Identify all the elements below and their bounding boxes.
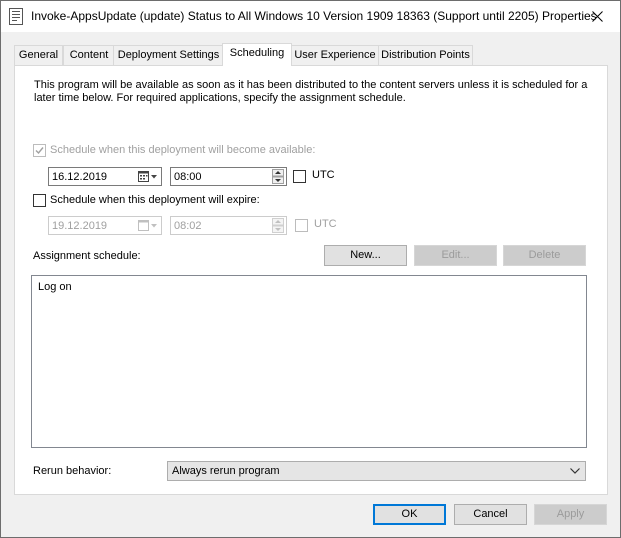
available-date-picker[interactable]: 16.12.2019 — [48, 167, 162, 186]
assignment-schedule-label: Assignment schedule: — [33, 250, 141, 262]
available-time-value: 08:00 — [174, 171, 202, 183]
close-icon — [591, 11, 603, 22]
tab-scheduling[interactable]: Scheduling — [222, 43, 292, 66]
expire-utc-checkbox[interactable] — [295, 219, 308, 232]
edit-schedule-button[interactable]: Edit... — [414, 245, 497, 266]
close-button[interactable] — [574, 1, 620, 32]
rerun-behavior-value: Always rerun program — [172, 465, 280, 477]
tab-general[interactable]: General — [14, 45, 63, 65]
tab-label: Content — [69, 49, 109, 61]
expire-time-spinner[interactable]: 08:02 — [170, 216, 287, 235]
tab-label: User Experience — [294, 49, 376, 61]
scheduling-panel: This program will be available as soon a… — [14, 65, 608, 495]
tab-label: Distribution Points — [381, 49, 470, 61]
rerun-behavior-dropdown[interactable]: Always rerun program — [167, 461, 586, 481]
available-date-value: 16.12.2019 — [52, 171, 108, 183]
apply-button[interactable]: Apply — [534, 504, 607, 525]
intro-text: This program will be available as soon a… — [34, 79, 588, 104]
spinner-arrows-icon[interactable] — [272, 169, 284, 184]
properties-dialog: Invoke-AppsUpdate (update) Status to All… — [0, 0, 621, 538]
tab-label: General — [18, 49, 59, 61]
cancel-button[interactable]: Cancel — [454, 504, 527, 525]
available-time-spinner[interactable]: 08:00 — [170, 167, 287, 186]
spinner-arrows-icon[interactable] — [272, 218, 284, 233]
expire-utc-label: UTC — [314, 218, 337, 230]
tab-label: Scheduling — [229, 47, 285, 59]
tab-label: Deployment Settings — [117, 49, 220, 61]
chevron-down-icon — [570, 468, 580, 474]
assignment-schedule-list[interactable]: Log on — [31, 275, 587, 448]
delete-schedule-button[interactable]: Delete — [503, 245, 586, 266]
available-utc-checkbox[interactable] — [293, 170, 306, 183]
calendar-dropdown-icon[interactable] — [137, 170, 159, 183]
properties-document-icon — [9, 8, 23, 25]
calendar-dropdown-icon[interactable] — [137, 219, 159, 232]
checkmark-icon — [35, 147, 44, 155]
window-title: Invoke-AppsUpdate (update) Status to All… — [31, 9, 597, 23]
rerun-behavior-label: Rerun behavior: — [33, 465, 112, 477]
new-schedule-button[interactable]: New... — [324, 245, 407, 266]
list-item[interactable]: Log on — [38, 281, 72, 293]
ok-button[interactable]: OK — [373, 504, 446, 525]
title-bar[interactable]: Invoke-AppsUpdate (update) Status to All… — [1, 1, 620, 32]
expire-time-value: 08:02 — [174, 220, 202, 232]
tab-content[interactable]: Content — [63, 45, 115, 65]
expire-date-value: 19.12.2019 — [52, 220, 108, 232]
available-schedule-label: Schedule when this deployment will becom… — [50, 144, 316, 156]
tab-distribution-points[interactable]: Distribution Points — [378, 45, 473, 65]
available-utc-label: UTC — [312, 169, 335, 181]
expire-schedule-label: Schedule when this deployment will expir… — [50, 194, 260, 206]
expire-date-picker[interactable]: 19.12.2019 — [48, 216, 162, 235]
tab-user-experience[interactable]: User Experience — [290, 45, 380, 65]
expire-schedule-checkbox[interactable] — [33, 194, 46, 207]
available-schedule-checkbox[interactable] — [33, 144, 46, 157]
tab-deployment-settings[interactable]: Deployment Settings — [113, 45, 224, 65]
